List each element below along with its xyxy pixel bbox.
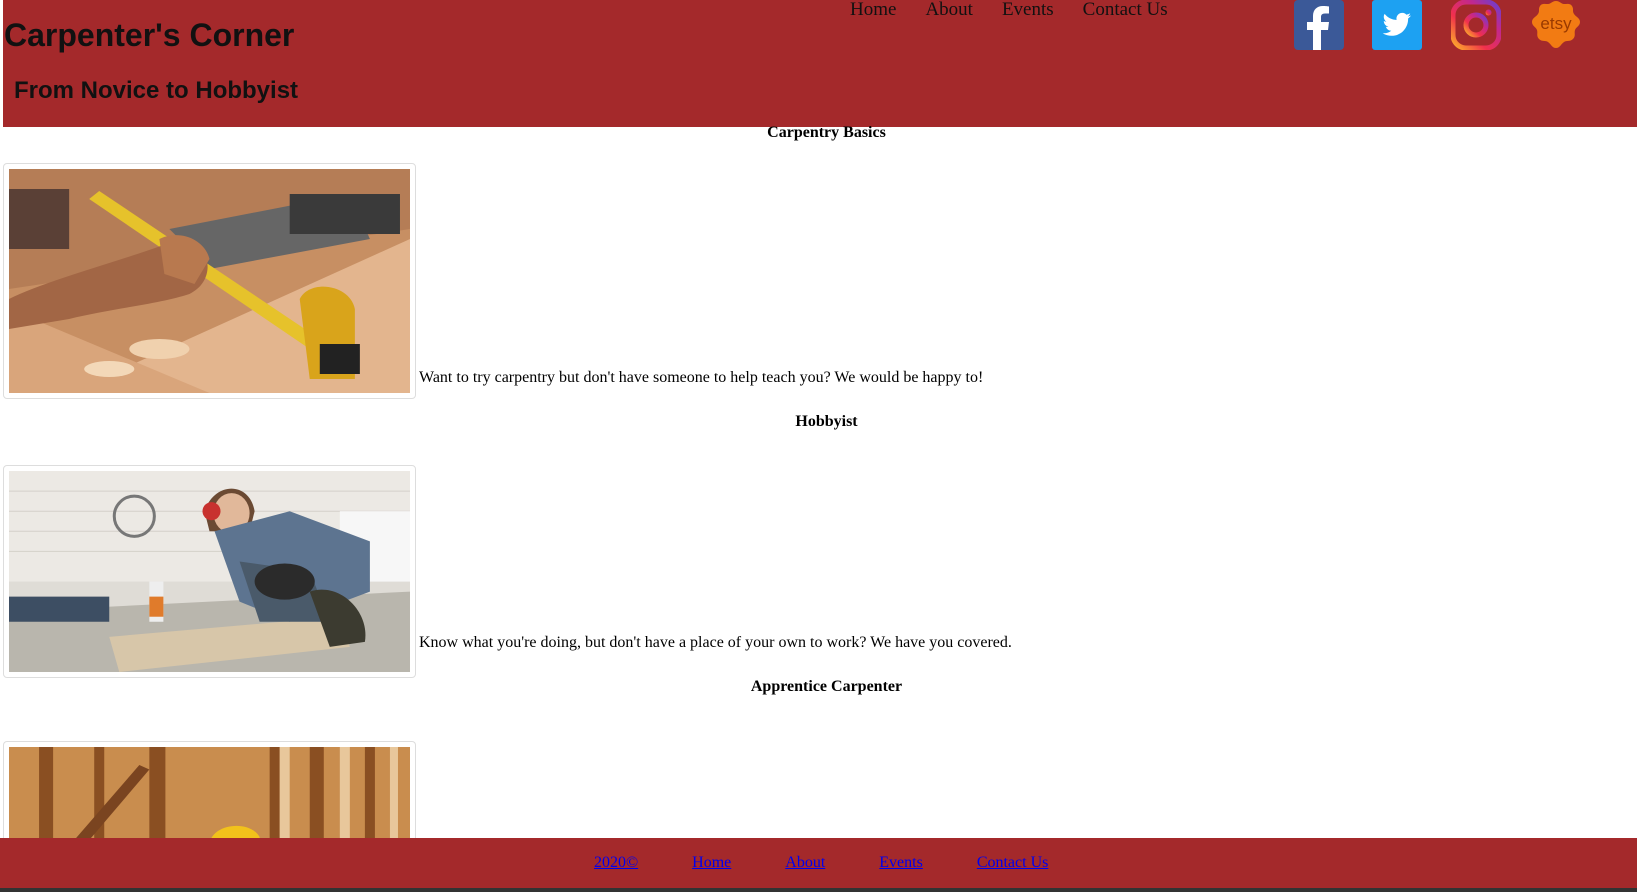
nav-home-link[interactable]: Home <box>850 0 896 20</box>
site-title: Carpenter's Corner <box>4 17 295 53</box>
footer-bottom-line <box>0 888 1637 892</box>
top-nav: Home About Events Contact Us <box>850 0 1168 20</box>
footer-home-link[interactable]: Home <box>692 854 731 872</box>
footer-about-link[interactable]: About <box>785 854 825 872</box>
apprentice-carpenter-photo-frame <box>3 741 416 851</box>
section-text-hobbyist: Know what you're doing, but don't have a… <box>419 634 1012 651</box>
hobbyist-photo <box>9 471 410 672</box>
nav-events-link[interactable]: Events <box>1002 0 1054 20</box>
etsy-icon[interactable]: etsy <box>1530 0 1582 50</box>
carpentry-basics-photo-frame <box>3 163 416 399</box>
page: Carpenter's Corner From Novice to Hobbyi… <box>0 0 1637 892</box>
twitter-icon[interactable] <box>1372 0 1422 50</box>
section-heading-hobbyist: Hobbyist <box>795 413 858 430</box>
site-header: Carpenter's Corner From Novice to Hobbyi… <box>3 0 1637 127</box>
svg-text:etsy: etsy <box>1540 14 1572 33</box>
section-heading-apprentice-carpenter: Apprentice Carpenter <box>750 678 903 695</box>
hobbyist-photo-frame <box>3 465 416 678</box>
footer-events-link[interactable]: Events <box>879 854 923 872</box>
section-text-carpentry-basics: Want to try carpentry but don't have som… <box>419 369 984 386</box>
footer-contact-link[interactable]: Contact Us <box>977 854 1049 872</box>
apprentice-carpenter-photo <box>9 747 410 846</box>
facebook-icon[interactable] <box>1294 0 1344 50</box>
site-subtitle: From Novice to Hobbyist <box>14 77 299 104</box>
footer-copyright-link[interactable]: 2020© <box>594 854 638 872</box>
carpentry-basics-photo <box>9 169 410 393</box>
footer-links: 2020© Home About Events Contact Us <box>594 854 1048 872</box>
nav-about-link[interactable]: About <box>925 0 973 20</box>
instagram-icon[interactable] <box>1451 0 1501 50</box>
section-heading-carpentry-basics: Carpentry Basics <box>767 124 886 141</box>
nav-contact-link[interactable]: Contact Us <box>1083 0 1168 20</box>
site-footer: 2020© Home About Events Contact Us <box>0 838 1637 888</box>
